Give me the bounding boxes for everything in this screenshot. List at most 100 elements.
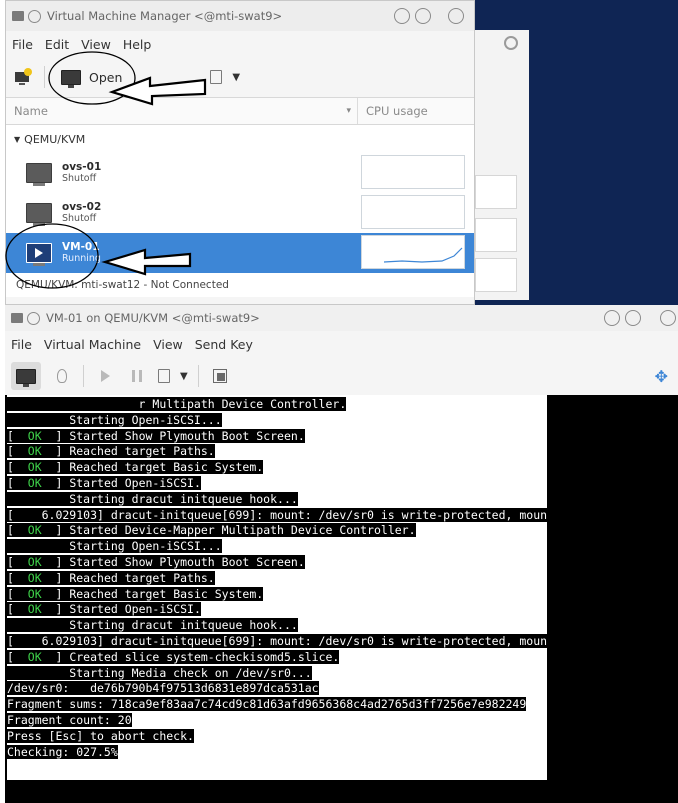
console-line: [ 6.029103] dracut-initqueue[699]: mount…: [7, 634, 547, 649]
shutdown-icon[interactable]: [158, 369, 170, 383]
menu-view[interactable]: View: [81, 37, 111, 52]
console-line: [ OK ] Started Open-iSCSI.: [7, 476, 201, 490]
sort-chevron-icon[interactable]: ▾: [346, 106, 351, 116]
fullscreen-button[interactable]: [209, 366, 231, 386]
menu-send-key[interactable]: Send Key: [195, 337, 253, 352]
console-toolbar: ▼: [5, 357, 678, 395]
app-icon: [12, 11, 24, 21]
monitor-icon: [61, 69, 81, 88]
vm-list: ovs-01 Shutoff ovs-02 Shutoff VM-01 Runn…: [6, 153, 474, 273]
menu-edit[interactable]: Edit: [45, 37, 69, 52]
console-line: [ OK ] Reached target Paths.: [7, 570, 215, 585]
vm-console-window: VM-01 on QEMU/KVM <@mti-swat9> File Virt…: [5, 305, 678, 803]
cpu-graph-cell: [475, 258, 517, 292]
background-window: [470, 30, 529, 300]
console-window-title: VM-01 on QEMU/KVM <@mti-swat9>: [46, 311, 260, 325]
open-button[interactable]: Open: [55, 68, 128, 88]
console-line: [ OK ] Reached target Basic System.: [7, 460, 264, 475]
cpu-usage-graph: [361, 155, 465, 189]
maximize-icon[interactable]: [625, 310, 641, 326]
app-icon: [11, 313, 23, 323]
pause-icon: [132, 370, 142, 382]
console-line: Starting Open-iSCSI...: [7, 539, 222, 554]
column-name[interactable]: Name: [6, 104, 346, 118]
console-line: [ OK ] Created slice system-checkisomd5.…: [7, 649, 340, 664]
console-line: [ OK ] Started Open-iSCSI.: [7, 602, 201, 617]
vm-details-icon[interactable]: [210, 70, 223, 84]
console-line: [ OK ] Started Show Plymouth Boot Screen…: [7, 555, 305, 569]
vm-state: Running: [62, 253, 101, 264]
new-vm-button[interactable]: [12, 67, 34, 87]
column-cpu-usage[interactable]: CPU usage: [357, 98, 474, 124]
cpu-usage-graph: [361, 195, 465, 229]
group-label: QEMU/KVM: [24, 132, 86, 146]
vm-name: ovs-01: [62, 161, 102, 173]
window-menu-icon[interactable]: [27, 311, 40, 325]
console-line: [ OK ] Started Show Plymouth Boot Screen…: [7, 428, 305, 443]
move-icon[interactable]: ✥: [655, 367, 668, 386]
console-line: [ OK ] Reached target Paths.: [7, 444, 215, 459]
expander-icon[interactable]: ▼: [14, 135, 20, 144]
console-line: Checking: 027.5%: [7, 744, 118, 759]
window-menu-icon[interactable]: [28, 9, 41, 23]
vm-state: Shutoff: [62, 173, 97, 184]
console-line: Starting dracut initqueue hook...: [7, 491, 298, 506]
vm-name: ovs-02: [62, 201, 102, 213]
vmm-toolbar: Open ▼: [6, 57, 474, 97]
console-menubar: File Virtual Machine View Send Key: [5, 331, 678, 357]
vm-icon: [26, 163, 52, 186]
run-button[interactable]: [94, 366, 116, 386]
connection-label: QEMU/KVM: mti-swat12 - Not Connected: [16, 279, 229, 291]
connection-group[interactable]: ▼ QEMU/KVM: [6, 125, 474, 153]
toolbar-separator: [44, 66, 45, 88]
connection-row[interactable]: QEMU/KVM: mti-swat12 - Not Connected: [6, 273, 474, 297]
vm-row-vm-01[interactable]: VM-01 Running: [6, 233, 474, 273]
cpu-sparkline: [383, 247, 463, 263]
console-display[interactable]: r Multipath Device Controller. Starting …: [5, 395, 678, 803]
console-line: [ OK ] Started Device-Mapper Multipath D…: [7, 523, 416, 538]
details-view-button[interactable]: [51, 366, 73, 386]
toolbar-separator: [83, 365, 84, 387]
console-line: /dev/sr0: de76b790b4f97513d6831e897dca53…: [7, 681, 319, 696]
minimize-icon[interactable]: [394, 8, 410, 24]
menu-virtual-machine[interactable]: Virtual Machine: [44, 337, 141, 352]
chevron-down-icon[interactable]: ▼: [232, 72, 240, 83]
vm-state: Shutoff: [62, 213, 97, 224]
new-vm-icon: [15, 68, 32, 85]
window-title: Virtual Machine Manager <@mti-swat9>: [47, 9, 283, 23]
menu-help[interactable]: Help: [123, 37, 152, 52]
console-line: Press [Esc] to abort check.: [7, 728, 194, 743]
lightbulb-icon: [57, 369, 67, 383]
console-line: [ 6.029103] dracut-initqueue[699]: mount…: [7, 507, 547, 523]
maximize-icon[interactable]: [415, 8, 431, 24]
vmm-menubar: File Edit View Help: [6, 31, 474, 57]
terminal-screen[interactable]: r Multipath Device Controller. Starting …: [7, 395, 547, 780]
vm-name: VM-01: [62, 241, 100, 253]
vm-row-ovs-01[interactable]: ovs-01 Shutoff: [6, 153, 474, 193]
console-line: Starting Open-iSCSI...: [7, 412, 222, 427]
console-titlebar: VM-01 on QEMU/KVM <@mti-swat9>: [5, 305, 678, 331]
monitor-icon: [16, 368, 36, 387]
chevron-down-icon[interactable]: ▼: [180, 371, 188, 382]
running-vm-icon: [26, 243, 52, 266]
minimize-icon[interactable]: [604, 310, 620, 326]
console-line: Fragment count: 20: [7, 713, 132, 727]
console-line: r Multipath Device Controller.: [7, 397, 347, 411]
console-view-button[interactable]: [11, 362, 41, 390]
close-icon[interactable]: [448, 8, 464, 24]
vmm-titlebar: Virtual Machine Manager <@mti-swat9>: [6, 1, 474, 31]
close-icon[interactable]: [660, 310, 676, 326]
pause-button[interactable]: [126, 366, 148, 386]
column-header: Name ▾ CPU usage: [6, 97, 474, 125]
menu-file[interactable]: File: [12, 37, 33, 52]
vm-row-ovs-02[interactable]: ovs-02 Shutoff: [6, 193, 474, 233]
console-line: [ OK ] Reached target Basic System.: [7, 586, 264, 601]
open-label: Open: [89, 69, 123, 85]
play-icon: [100, 370, 110, 382]
menu-view[interactable]: View: [153, 337, 183, 352]
cpu-graph-cell: [475, 218, 517, 252]
console-line: Starting Media check on /dev/sr0...: [7, 665, 312, 680]
close-icon[interactable]: [504, 36, 518, 50]
menu-file[interactable]: File: [11, 337, 32, 352]
console-line: Starting dracut initqueue hook...: [7, 618, 298, 633]
